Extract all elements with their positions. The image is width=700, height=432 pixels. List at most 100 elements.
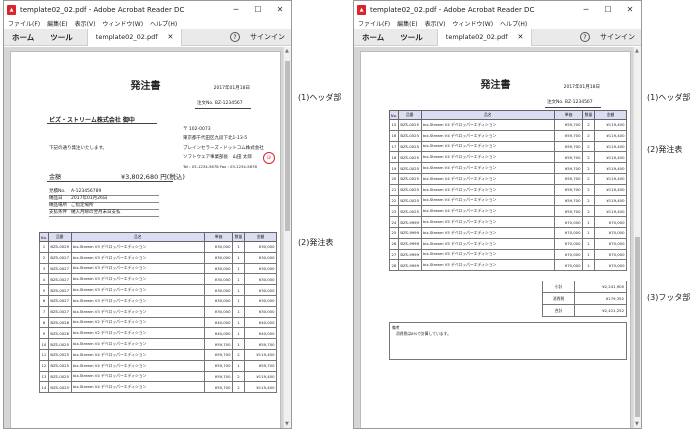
tab-home[interactable]: ホーム <box>354 32 392 43</box>
table-row: 17 BZS-0025 biz-Stream V4 デベロッパーエディション ¥59,… <box>389 140 627 153</box>
tab-bar: ホーム ツール template02_02.pdf ✕ ? サインイン <box>354 28 641 46</box>
scrollbar-thumb[interactable] <box>285 61 290 231</box>
table-row: 16 BZS-0025 biz-Stream V4 デベロッパーエディション ¥59,… <box>389 129 627 142</box>
table-row: 21 BZS-0025 biz-Stream V4 デベロッパーエディション ¥59,… <box>389 183 627 196</box>
menu-view[interactable]: 表示(V) <box>75 19 96 28</box>
vertical-scrollbar[interactable]: ▲ ▼ <box>283 47 291 428</box>
table-cell: ¥70,000 <box>554 248 583 261</box>
tab-tools[interactable]: ツール <box>42 32 81 43</box>
table-cell: 19 <box>389 162 399 174</box>
table-cell: ¥59,700 <box>204 348 233 361</box>
menu-window[interactable]: ウィンドウ(W) <box>452 19 493 28</box>
table-cell: 2 <box>582 172 595 185</box>
maximize-icon[interactable]: ☐ <box>247 1 269 18</box>
table-row: 27 BZS-9999 biz-Stream V5 デベロッパーエディション ¥70,… <box>389 248 627 261</box>
table-cell: biz-Stream V4 デベロッパーエディション <box>420 151 555 164</box>
tab-home[interactable]: ホーム <box>4 32 42 43</box>
menu-file[interactable]: ファイル(F) <box>358 19 390 28</box>
close-icon[interactable]: ✕ <box>269 1 291 18</box>
table-cell: BZS-0027 <box>47 251 72 264</box>
document-area[interactable]: 発注書 2017年01月18日 注文No. BZ-1234567 No. 品番 … <box>354 47 641 428</box>
table-cell: 13 <box>39 370 49 383</box>
table-cell: ¥30,000 <box>204 273 233 286</box>
table-cell: ¥119,400 <box>594 151 627 164</box>
order-table-page1: No. 品番 品名 単価 数量 金額 1 BZS-0029 biz-Stream V… <box>39 232 277 394</box>
help-icon[interactable]: ? <box>580 32 590 42</box>
table-cell: 25 <box>389 226 399 239</box>
table-cell: ¥30,000 <box>244 262 277 275</box>
table-cell: 7 <box>39 305 49 318</box>
menu-window[interactable]: ウィンドウ(W) <box>102 19 143 28</box>
table-cell: biz-Stream V4 デベロッパーエディション <box>420 172 555 185</box>
table-row: 9 BZS-0026 biz-Stream V2 デベロッパーエディション ¥40,0… <box>39 327 277 340</box>
table-cell: 26 <box>389 237 399 250</box>
table-cell: BZS-0025 <box>47 381 72 394</box>
table-cell: 23 <box>389 205 399 218</box>
table-cell: 1 <box>232 273 245 286</box>
order-info: 見積No. A-123456789 納品日 2017年01月26日 納品場所 ご指定場… <box>49 189 159 218</box>
title-bar: ▲ template02_02.pdf - Adobe Acrobat Read… <box>354 1 641 18</box>
table-cell: 1 <box>232 359 245 372</box>
vertical-scrollbar[interactable]: ▲ ▼ <box>633 47 641 428</box>
notes-box: 備考 消費税は8%で計算しています。 <box>389 322 627 360</box>
maximize-icon[interactable]: ☐ <box>597 1 619 18</box>
table-cell: 1 <box>39 241 49 253</box>
signin-button[interactable]: サインイン <box>250 32 285 42</box>
menu-file[interactable]: ファイル(F) <box>8 19 40 28</box>
table-cell: ¥119,400 <box>244 370 277 383</box>
table-cell: 2 <box>39 251 49 264</box>
table-cell: biz-Stream V5 デベロッパーエディション <box>420 248 555 261</box>
table-cell: ¥119,400 <box>594 205 627 218</box>
table-row: 7 BZS-0027 biz-Stream V3 デベロッパーエディション ¥30,0… <box>39 305 277 318</box>
table-cell: 11 <box>39 348 49 361</box>
table-cell: 1 <box>232 294 245 307</box>
table-cell: BZS-0025 <box>397 194 422 207</box>
callout-table-2: (2)発注表 <box>647 145 683 154</box>
table-row: 8 BZS-0026 biz-Stream V2 デベロッパーエディション ¥40,0… <box>39 316 277 329</box>
menu-help[interactable]: ヘルプ(H) <box>150 19 177 28</box>
table-cell: BZS-9999 <box>397 237 422 250</box>
table-cell: ¥59,700 <box>554 140 583 153</box>
tab-tools[interactable]: ツール <box>392 32 431 43</box>
notes-text: 消費税は8%で計算しています。 <box>396 331 451 336</box>
title-bar: ▲ template02_02.pdf - Adobe Acrobat Read… <box>4 1 291 18</box>
table-cell: ¥70,000 <box>554 226 583 239</box>
table-cell: ¥70,000 <box>594 226 627 239</box>
order-table-page2: No. 品番 品名 単価 数量 金額 15 BZS-0025 biz-Stream … <box>389 110 627 272</box>
table-cell: BZS-0025 <box>47 359 72 372</box>
tab-document[interactable]: template02_02.pdf ✕ <box>436 28 533 46</box>
table-cell: BZS-9999 <box>397 226 422 239</box>
tab-document[interactable]: template02_02.pdf ✕ <box>86 28 183 46</box>
callout-footer-2: (3)フッタ部 <box>647 293 691 302</box>
help-icon[interactable]: ? <box>230 32 240 42</box>
table-cell: ¥59,700 <box>554 194 583 207</box>
minimize-icon[interactable]: ─ <box>575 1 597 18</box>
pdf-page-2: 発注書 2017年01月18日 注文No. BZ-1234567 No. 品番 … <box>360 51 631 428</box>
menu-help[interactable]: ヘルプ(H) <box>500 19 527 28</box>
menu-view[interactable]: 表示(V) <box>425 19 446 28</box>
menu-edit[interactable]: 編集(E) <box>397 19 417 28</box>
table-row: 26 BZS-9999 biz-Stream V5 デベロッパーエディション ¥70,… <box>389 237 627 250</box>
tab-close-icon[interactable]: ✕ <box>168 33 174 41</box>
minimize-icon[interactable]: ─ <box>225 1 247 18</box>
signin-button[interactable]: サインイン <box>600 32 635 42</box>
table-row: 13 BZS-0025 biz-Stream V4 デベロッパーエディション ¥59,… <box>39 370 277 383</box>
table-row: 1 BZS-0029 biz-Stream V3 デベロッパーエディション ¥30,0… <box>39 241 277 253</box>
tab-close-icon[interactable]: ✕ <box>518 33 524 41</box>
table-cell: BZS-9999 <box>397 248 422 261</box>
table-cell: ¥70,000 <box>594 237 627 250</box>
document-area[interactable]: 発注書 2017年01月18日 注文No. BZ-1234567 ビズ・ストリー… <box>4 47 291 428</box>
table-cell: BZS-0025 <box>397 162 422 174</box>
table-cell: ¥59,700 <box>204 370 233 383</box>
table-cell: BZS-0027 <box>47 262 72 275</box>
table-cell: BZS-0025 <box>47 348 72 361</box>
table-cell: ¥119,400 <box>594 162 627 174</box>
table-cell: 1 <box>232 327 245 340</box>
table-cell: 8 <box>39 316 49 329</box>
scrollbar-thumb[interactable] <box>635 237 640 417</box>
table-cell: 9 <box>39 327 49 340</box>
table-cell: 2 <box>232 381 245 394</box>
menu-edit[interactable]: 編集(E) <box>47 19 67 28</box>
close-icon[interactable]: ✕ <box>619 1 641 18</box>
table-cell: biz-Stream V3 デベロッパーエディション <box>70 251 205 264</box>
